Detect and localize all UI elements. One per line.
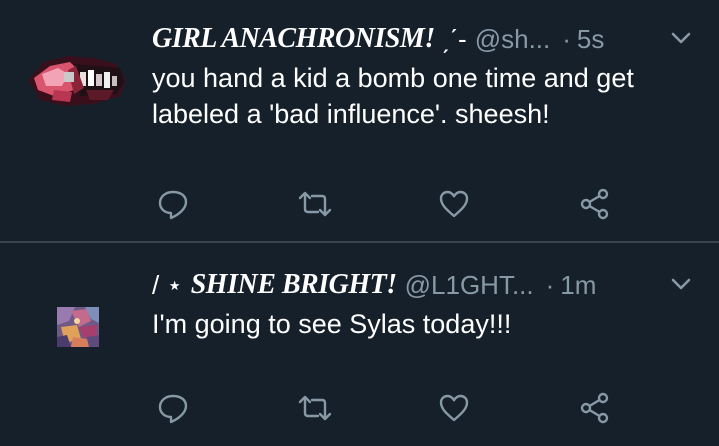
avatar[interactable] bbox=[24, 50, 128, 110]
reply-button[interactable] bbox=[153, 388, 193, 428]
reply-icon bbox=[158, 394, 188, 424]
tweet-actions bbox=[0, 388, 719, 428]
tweet[interactable]: GIRL ANACHRONISM! ˏˊ- @sh... · 5s you ha… bbox=[0, 0, 719, 241]
display-name[interactable]: GIRL ANACHRONISM! bbox=[152, 23, 435, 55]
separator-dot: · bbox=[562, 23, 571, 54]
tweet-header: / ⋆ SHINE BRIGHT! @L1GHT... · 1m bbox=[152, 264, 699, 306]
retweet-icon bbox=[298, 191, 332, 217]
tweet-text: I'm going to see Sylas today!!! bbox=[152, 309, 512, 339]
tweet-header: GIRL ANACHRONISM! ˏˊ- @sh... · 5s bbox=[152, 18, 699, 60]
name-prefix: / ⋆ bbox=[152, 269, 183, 300]
like-icon bbox=[439, 190, 469, 218]
retweet-button[interactable] bbox=[295, 184, 335, 224]
retweet-icon bbox=[298, 395, 332, 421]
user-handle[interactable]: @sh... bbox=[475, 24, 551, 55]
separator-dot: · bbox=[545, 269, 555, 300]
timestamp[interactable]: 5s bbox=[577, 24, 604, 55]
display-name[interactable]: SHINE BRIGHT! bbox=[191, 269, 397, 301]
like-button[interactable] bbox=[434, 388, 474, 428]
like-button[interactable] bbox=[434, 184, 474, 224]
tweet[interactable]: / ⋆ SHINE BRIGHT! @L1GHT... · 1m I'm goi… bbox=[0, 243, 719, 446]
name-decoration: ˏˊ- bbox=[440, 23, 467, 54]
share-icon bbox=[580, 188, 609, 220]
retweet-button[interactable] bbox=[295, 388, 335, 428]
avatar-artwork-image bbox=[57, 307, 99, 347]
avatar-collage-image bbox=[24, 50, 128, 110]
chevron-down-icon[interactable] bbox=[667, 272, 695, 296]
chevron-down-icon[interactable] bbox=[667, 26, 695, 50]
share-button[interactable] bbox=[575, 388, 615, 428]
like-icon bbox=[439, 394, 469, 422]
share-button[interactable] bbox=[575, 184, 615, 224]
timeline-feed: GIRL ANACHRONISM! ˏˊ- @sh... · 5s you ha… bbox=[0, 0, 719, 446]
user-handle[interactable]: @L1GHT... bbox=[405, 270, 534, 301]
share-icon bbox=[580, 392, 609, 424]
tweet-actions bbox=[0, 184, 719, 224]
avatar[interactable] bbox=[57, 307, 99, 347]
tweet-text: you hand a kid a bomb one time and get l… bbox=[152, 63, 634, 129]
reply-icon bbox=[158, 190, 188, 220]
reply-button[interactable] bbox=[153, 184, 193, 224]
timestamp[interactable]: 1m bbox=[560, 270, 596, 301]
